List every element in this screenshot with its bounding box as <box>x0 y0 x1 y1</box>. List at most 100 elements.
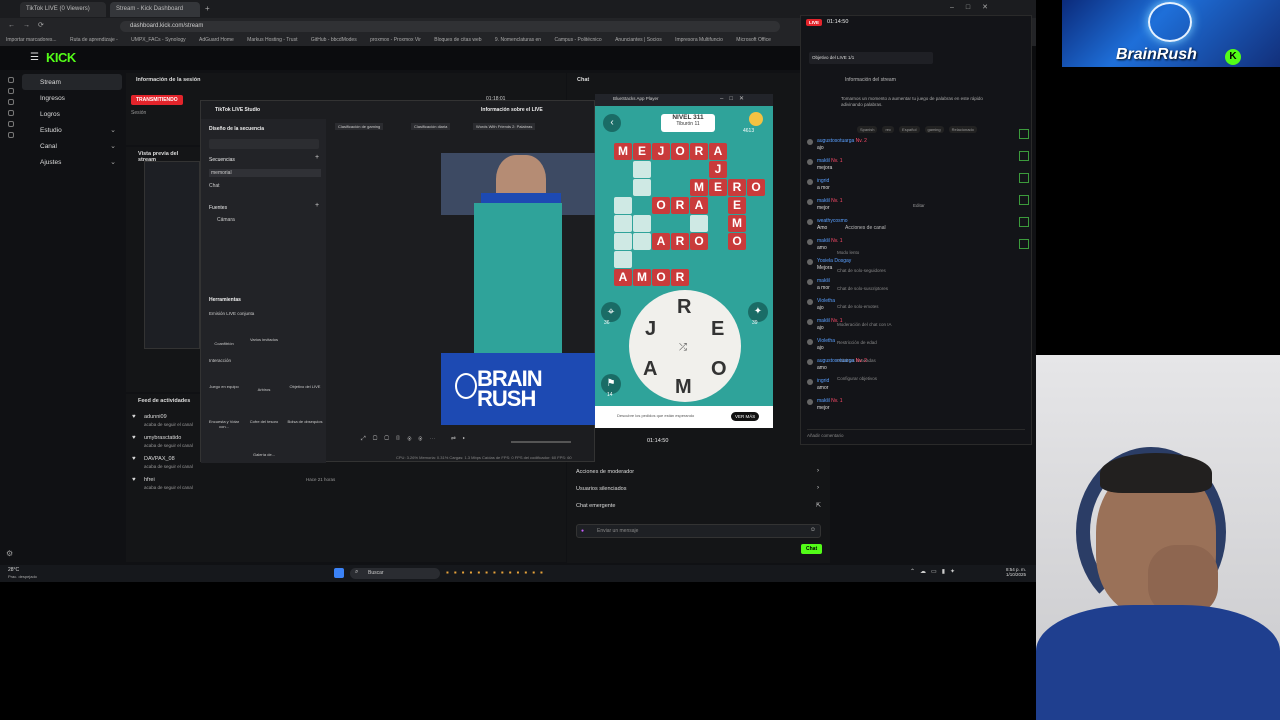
sidebar-item-canal[interactable]: Canal ⌄ <box>22 138 122 154</box>
avatar[interactable] <box>807 319 813 325</box>
url-input[interactable]: dashboard.kick.com/stream <box>120 21 780 32</box>
comment-input[interactable]: Añadir comentario <box>807 429 1025 440</box>
tag[interactable]: Español <box>899 126 920 133</box>
avatar[interactable] <box>807 379 813 385</box>
scene-item[interactable]: memorial <box>209 169 321 177</box>
avatar[interactable] <box>807 179 813 185</box>
target-hint-icon[interactable]: ⌖ <box>601 302 621 322</box>
gear-icon[interactable]: ⚙ <box>6 549 13 558</box>
wheel-letter[interactable]: E <box>711 318 724 341</box>
ad-banner[interactable]: Descubre los pedidos que están esperando… <box>595 406 773 428</box>
add-source-icon[interactable]: + <box>315 202 319 209</box>
tool-arbiros[interactable]: Arbiros <box>247 387 281 392</box>
wheel-letter[interactable]: M <box>675 376 692 399</box>
system-tray-icons[interactable]: ⌃☁▭▮✦ <box>910 568 960 575</box>
taskbar-search[interactable]: ⌕ Buscar <box>350 568 440 579</box>
tool-poll[interactable]: Encuesta y Votar con... <box>207 419 241 429</box>
tool-treasure-chest[interactable]: Cofre del tesoro <box>247 419 281 424</box>
weather-temp[interactable]: 28°C <box>8 567 19 573</box>
rail-button-icon[interactable] <box>1019 217 1029 227</box>
avatar[interactable] <box>807 279 813 285</box>
rail-button-icon[interactable] <box>1019 239 1029 249</box>
tool-cohost[interactable]: Coanfitrión <box>209 341 239 346</box>
rail-button-icon[interactable] <box>1019 195 1029 205</box>
avatar[interactable] <box>807 359 813 365</box>
tool-gallery[interactable]: Galería de... <box>247 452 281 457</box>
bookmark-item[interactable]: UMPX_FACs - Synology <box>131 37 185 43</box>
tag[interactable]: Relacionado <box>948 126 977 133</box>
rank-tab-gaming[interactable]: Clasificación de gaming <box>335 123 384 130</box>
rail-button-icon[interactable] <box>1019 151 1029 161</box>
wheel-letter[interactable]: R <box>677 296 691 319</box>
clock[interactable]: 8:54 p. m. 1/10/2025 <box>1006 567 1026 577</box>
source-item[interactable]: Cámara <box>209 217 235 223</box>
bookmark-item[interactable]: Impresora Multifuncio <box>675 37 723 43</box>
avatar[interactable] <box>807 399 813 405</box>
tool-multi-guest[interactable]: Varios invitados <box>249 337 279 342</box>
popout-chat-item[interactable]: Chat emergente <box>576 503 615 509</box>
shuffle-icon[interactable]: ⤮ <box>679 342 687 353</box>
bookmark-item[interactable]: Microsoft Office <box>736 37 771 43</box>
chat-username[interactable]: weathycosmo <box>817 218 848 225</box>
volume-slider[interactable] <box>511 441 571 443</box>
sidebar-item-ingresos[interactable]: Ingresos <box>22 90 122 106</box>
chat-input[interactable]: ● Enviar un mensaje ☺ <box>576 524 821 538</box>
avatar[interactable] <box>807 299 813 305</box>
stream-preview-thumbnail[interactable] <box>144 161 200 349</box>
avatar[interactable] <box>807 239 813 245</box>
chat-username[interactable]: Violetha <box>817 298 835 305</box>
chat-username[interactable]: maklil Nv. 1 <box>817 198 842 205</box>
channel-icon[interactable] <box>8 121 14 127</box>
rocket-hint-icon[interactable]: ⚑ <box>601 374 621 394</box>
chat-username[interactable]: maklil <box>817 278 830 285</box>
tag[interactable]: Spanish <box>857 126 878 133</box>
chat-username[interactable]: ingrid <box>817 178 829 185</box>
add-scene-icon[interactable]: + <box>315 154 319 161</box>
bookmark-item[interactable]: Markus Hosting - Trust <box>247 37 297 43</box>
chat-username[interactable]: maklil Nv. 1 <box>817 238 842 245</box>
bookmark-item[interactable]: Campus - Politécnico <box>554 37 601 43</box>
studio-icon[interactable] <box>8 110 14 116</box>
bookmark-item[interactable]: Ruta de aprendizaje - <box>70 37 118 43</box>
sidebar-item-logros[interactable]: Logros <box>22 106 122 122</box>
scene-item[interactable]: Chat <box>209 183 220 189</box>
emoji-icon[interactable]: ☺ <box>810 527 816 533</box>
wheel-letter[interactable]: A <box>643 358 657 381</box>
ad-button[interactable]: VER MÁS <box>731 412 760 421</box>
bookmark-item[interactable]: Anunciantes | Socios <box>615 37 662 43</box>
bookmark-item[interactable]: Bloques de citas web <box>434 37 481 43</box>
bookmark-item[interactable]: AdGuard Home <box>199 37 234 43</box>
sidebar-item-stream[interactable]: Stream <box>22 74 122 90</box>
avatar[interactable] <box>807 139 813 145</box>
chat-username[interactable]: Yosiela Dosgay <box>817 258 851 265</box>
tool-gift-bag[interactable]: Bolsa de obsequios <box>287 419 323 424</box>
window-controls-icon[interactable]: –□✕ <box>950 3 1000 11</box>
settings-icon[interactable] <box>8 132 14 138</box>
edit-link[interactable]: Editar <box>913 203 925 208</box>
letter-wheel[interactable]: R J E A O M ⤮ <box>629 290 741 402</box>
muted-users-item[interactable]: Usuarios silenciados <box>576 486 626 492</box>
avatar[interactable] <box>807 159 813 165</box>
chat-username[interactable]: maklil Nv. 1 <box>817 158 842 165</box>
scene-mode-toggle[interactable] <box>209 139 319 149</box>
tag[interactable]: gaming <box>924 126 944 133</box>
rail-button-icon[interactable] <box>1019 173 1029 183</box>
chat-username[interactable]: ingrid <box>817 378 829 385</box>
bookmark-item[interactable]: 9. Nomenclaturas en <box>495 37 541 43</box>
window-controls-icon[interactable]: –□✕ <box>720 95 750 102</box>
mod-actions-item[interactable]: Acciones de moderador <box>576 469 634 475</box>
new-tab-icon[interactable]: + <box>205 4 210 13</box>
chat-username[interactable]: maklil Nv. 1 <box>817 318 842 325</box>
chat-username[interactable]: augustosotuarga Nv. 2 <box>817 138 867 145</box>
avatar[interactable] <box>807 259 813 265</box>
live-info-link[interactable]: Información sobre el LIVE <box>481 107 543 113</box>
menu-icon[interactable]: ☰ <box>30 52 39 63</box>
wheel-letter[interactable]: J <box>645 318 656 341</box>
avatar[interactable] <box>807 339 813 345</box>
bulb-hint-icon[interactable]: ✦ <box>748 302 768 322</box>
taskbar-apps[interactable]: ▪▪▪▪▪▪▪▪▪▪▪▪▪ <box>446 568 548 577</box>
live-goal-label[interactable]: Objetivo del LIVE 1/1 <box>809 52 933 64</box>
wheel-letter[interactable]: O <box>711 358 727 381</box>
chat-username[interactable]: Violetha <box>817 338 835 345</box>
trophy-icon[interactable] <box>8 99 14 105</box>
